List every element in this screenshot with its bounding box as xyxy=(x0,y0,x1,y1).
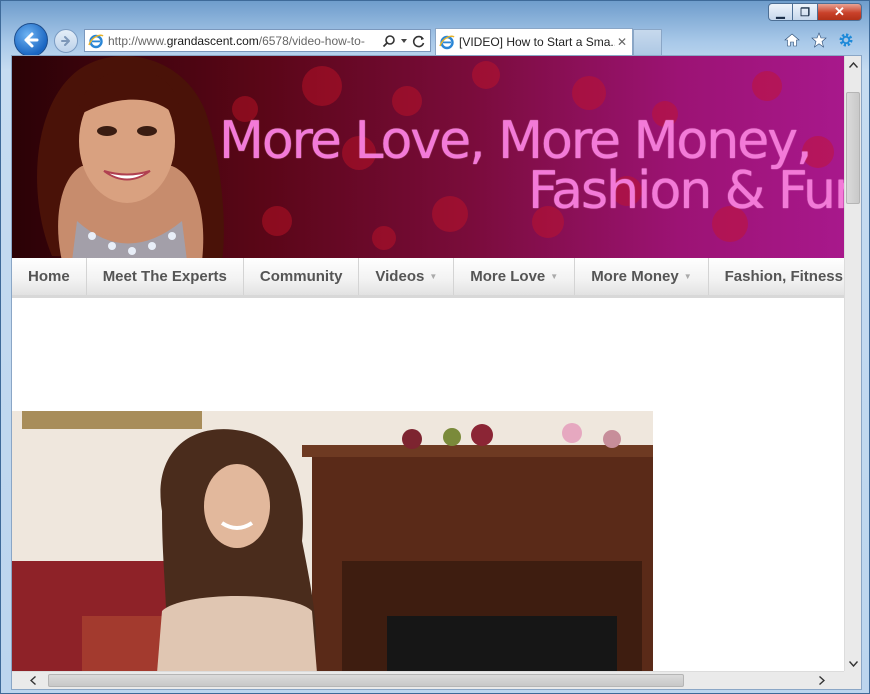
main-nav: Home Meet The Experts Community Videos ▼ More… xyxy=(12,258,846,298)
new-tab-button[interactable] xyxy=(633,29,662,55)
home-icon[interactable] xyxy=(783,31,801,49)
site-banner: More Love, More Money, Fashion & Fun! xyxy=(12,56,846,258)
nav-item-label: Meet The Experts xyxy=(102,268,227,285)
video-player[interactable] xyxy=(12,411,653,673)
nav-item-more-love[interactable]: More Love ▼ xyxy=(454,258,576,295)
url-domain: grandascent.com xyxy=(166,33,259,48)
back-arrow-icon xyxy=(24,32,39,48)
window-caption-buttons: ▁ ❐ ✕ xyxy=(768,3,862,21)
chevron-down-icon: ▼ xyxy=(683,272,692,281)
nav-item-label: More Money xyxy=(591,268,679,285)
address-url[interactable]: http://www.grandascent.com/6578/video-ho… xyxy=(108,34,382,48)
chevron-down-icon[interactable] xyxy=(400,37,408,45)
nav-item-home[interactable]: Home xyxy=(12,258,87,295)
nav-item-label: Fashion, Fitness xyxy=(724,268,843,285)
ie-logo-icon xyxy=(88,34,104,48)
nav-item-meet-the-experts[interactable]: Meet The Experts xyxy=(87,258,244,295)
scroll-down-icon[interactable] xyxy=(845,655,861,672)
banner-woman-image xyxy=(37,56,224,258)
maximize-button[interactable]: ❐ xyxy=(793,3,818,21)
vertical-scroll-thumb[interactable] xyxy=(846,92,860,204)
minimize-button[interactable]: ▁ xyxy=(768,3,793,21)
nav-item-fashion-fitness[interactable]: Fashion, Fitness xyxy=(709,258,846,295)
url-path: /6578/video-how-to- xyxy=(258,33,365,48)
address-bar[interactable]: http://www.grandascent.com/6578/video-ho… xyxy=(84,29,431,52)
video-frame-image xyxy=(12,411,653,673)
tab-title: [VIDEO] How to Start a Sma... xyxy=(459,35,615,49)
forward-button[interactable] xyxy=(54,29,78,53)
page-viewport[interactable]: More Love, More Money, Fashion & Fun! Ho… xyxy=(11,55,862,690)
url-prefix: http://www. xyxy=(108,33,167,48)
back-button[interactable] xyxy=(14,23,48,57)
nav-item-videos[interactable]: Videos ▼ xyxy=(359,258,455,295)
nav-item-label: Videos xyxy=(375,268,425,285)
forward-arrow-icon xyxy=(61,36,70,46)
scroll-up-icon[interactable] xyxy=(845,56,861,73)
refresh-icon[interactable] xyxy=(412,34,426,48)
scroll-left-icon[interactable] xyxy=(24,672,41,689)
scrollbar-corner xyxy=(844,671,861,689)
nav-item-community[interactable]: Community xyxy=(244,258,360,295)
close-tab-icon[interactable]: ✕ xyxy=(615,35,629,49)
nav-item-label: Home xyxy=(28,268,70,285)
gear-icon[interactable] xyxy=(837,31,855,49)
chevron-down-icon: ▼ xyxy=(550,272,559,281)
horizontal-scroll-thumb[interactable] xyxy=(48,674,684,687)
nav-item-label: More Love xyxy=(470,268,546,285)
banner-tagline-line2: Fashion & Fun! xyxy=(528,161,846,221)
close-window-button[interactable]: ✕ xyxy=(818,3,862,21)
vertical-scrollbar[interactable] xyxy=(844,56,861,672)
browser-window: ▁ ❐ ✕ http://www.grandascent.com/6578/vi… xyxy=(0,0,870,694)
star-icon[interactable] xyxy=(810,31,828,49)
search-icon[interactable] xyxy=(382,34,396,48)
nav-item-label: Community xyxy=(259,268,343,285)
ie-logo-icon xyxy=(439,35,455,50)
nav-item-more-money[interactable]: More Money ▼ xyxy=(575,258,709,295)
scroll-right-icon[interactable] xyxy=(813,672,830,689)
tab-active[interactable]: [VIDEO] How to Start a Sma... ✕ xyxy=(435,28,633,55)
horizontal-scrollbar[interactable] xyxy=(12,671,846,689)
chevron-down-icon: ▼ xyxy=(429,272,438,281)
